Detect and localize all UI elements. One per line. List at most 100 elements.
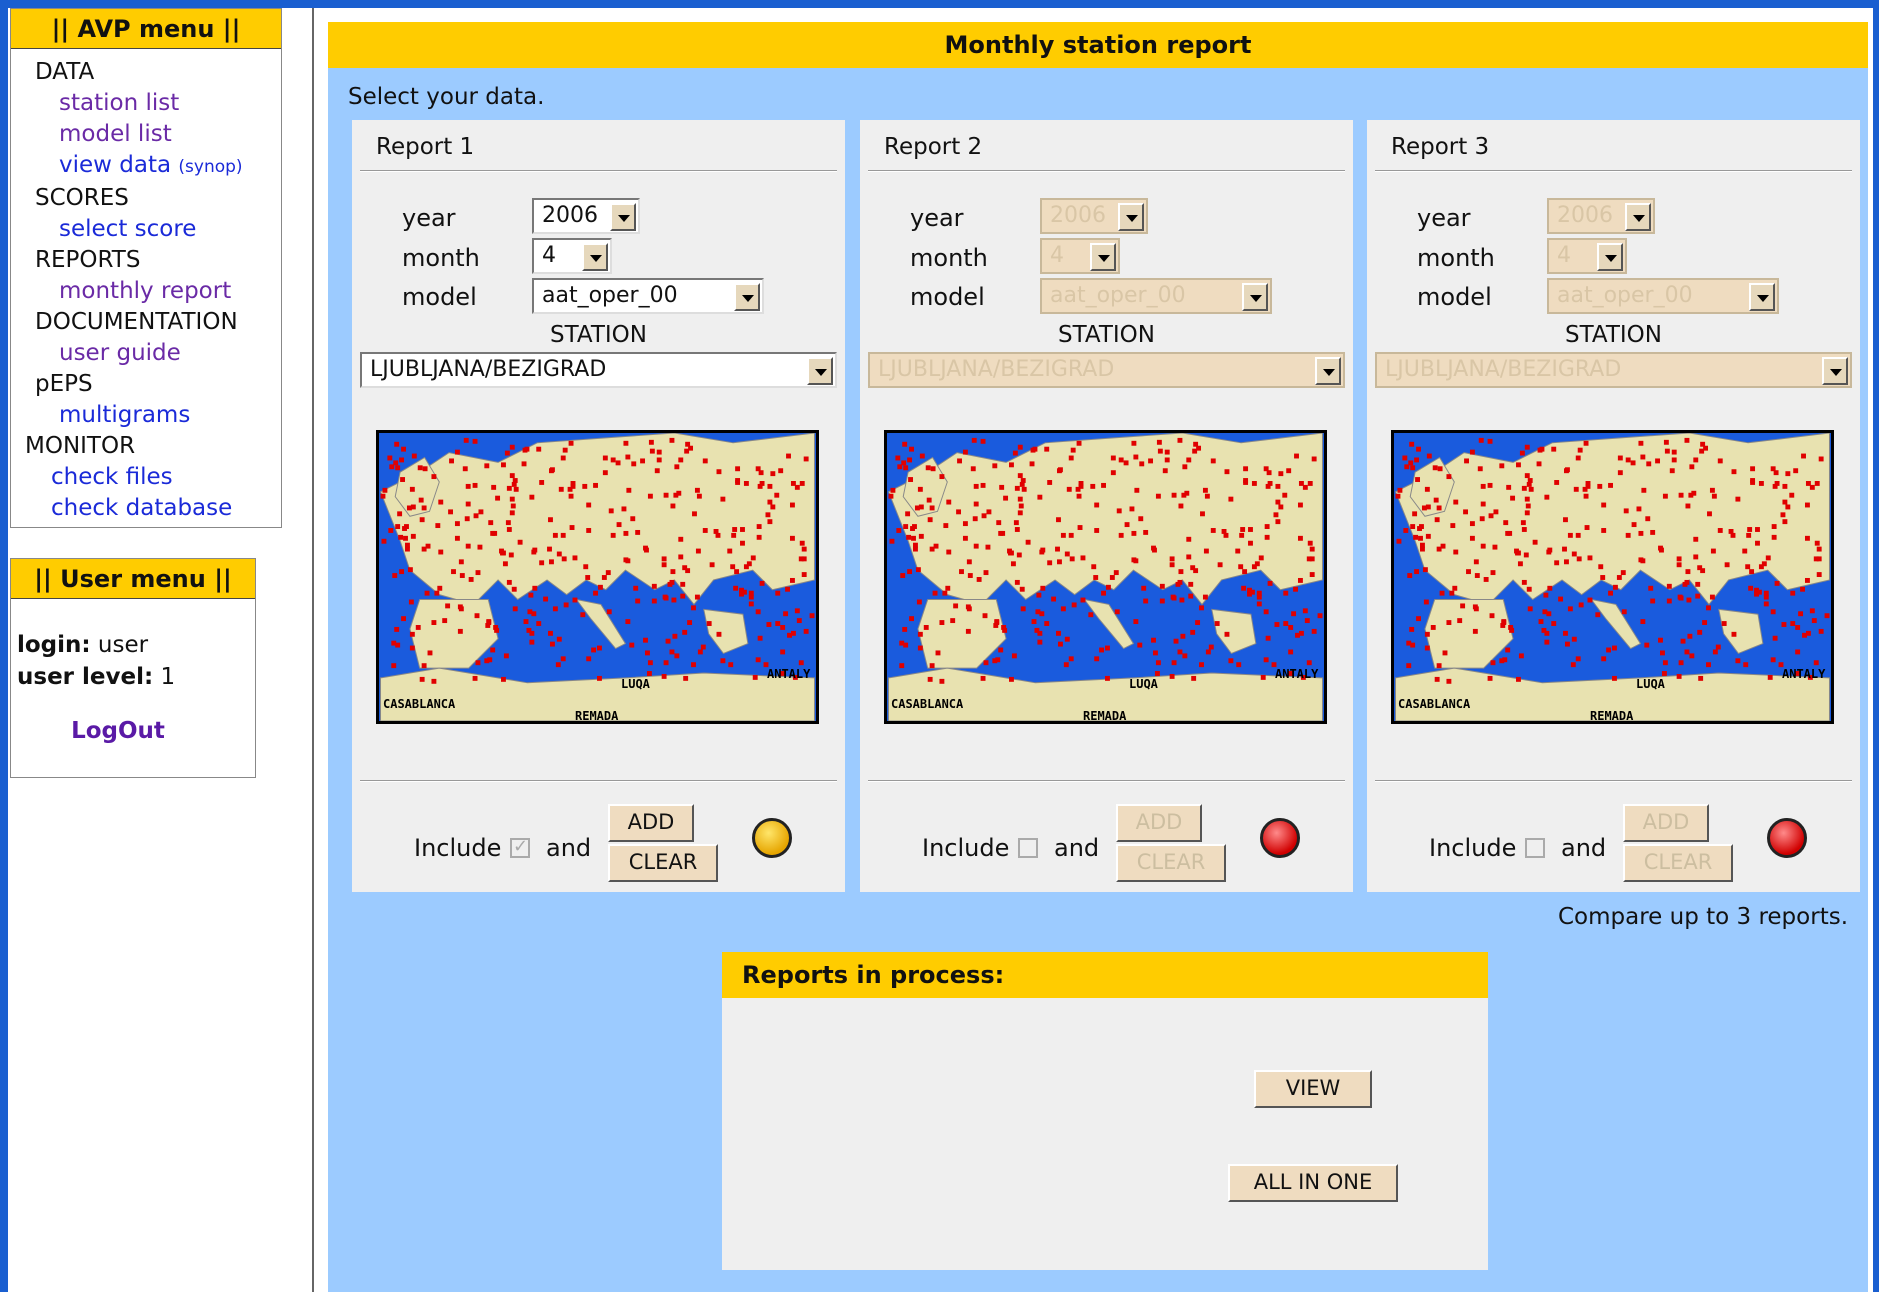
- station-dot[interactable]: [962, 521, 968, 527]
- clear-button[interactable]: CLEAR: [1116, 844, 1226, 882]
- menu-link-user-guide[interactable]: user guide: [11, 338, 281, 369]
- station-dot[interactable]: [1440, 543, 1446, 549]
- station-dot[interactable]: [1487, 675, 1493, 681]
- station-dot[interactable]: [1099, 647, 1105, 653]
- station-dot[interactable]: [1170, 594, 1176, 600]
- station-dot[interactable]: [645, 650, 650, 656]
- menu-link-check-database[interactable]: check database: [11, 493, 281, 524]
- station-dot[interactable]: [1453, 549, 1459, 555]
- station-dot[interactable]: [1311, 456, 1317, 462]
- station-dot[interactable]: [1469, 535, 1475, 541]
- station-dot[interactable]: [392, 573, 398, 578]
- menu-link-view-data[interactable]: view data (synop): [11, 150, 281, 183]
- station-dot[interactable]: [1101, 482, 1106, 488]
- station-dot[interactable]: [767, 519, 773, 525]
- station-dot[interactable]: [381, 538, 387, 544]
- station-dot[interactable]: [980, 675, 986, 681]
- station-dot[interactable]: [1544, 494, 1550, 500]
- station-dot[interactable]: [913, 546, 918, 552]
- station-dot[interactable]: [1031, 619, 1037, 625]
- station-dot[interactable]: [1101, 590, 1106, 596]
- station-dot[interactable]: [503, 653, 509, 659]
- station-dot[interactable]: [1818, 628, 1824, 634]
- station-dot[interactable]: [1423, 599, 1429, 605]
- station-dot[interactable]: [1464, 458, 1469, 464]
- station-dot[interactable]: [1090, 483, 1096, 489]
- station-dot[interactable]: [965, 628, 971, 634]
- station-dot[interactable]: [1479, 516, 1485, 522]
- station-dot[interactable]: [1037, 639, 1043, 645]
- station-dot[interactable]: [572, 597, 578, 603]
- station-dot[interactable]: [982, 613, 988, 619]
- station-dot[interactable]: [959, 569, 964, 575]
- station-dot[interactable]: [1091, 564, 1097, 570]
- station-dot[interactable]: [972, 516, 978, 522]
- station-dot[interactable]: [929, 505, 935, 511]
- station-dot[interactable]: [405, 546, 410, 552]
- station-dot[interactable]: [661, 673, 667, 679]
- station-dot[interactable]: [1518, 653, 1524, 659]
- station-dot[interactable]: [1532, 539, 1538, 545]
- station-dot[interactable]: [755, 657, 761, 663]
- station-dot[interactable]: [945, 585, 951, 591]
- station-dot[interactable]: [1711, 493, 1717, 499]
- station-dot[interactable]: [783, 611, 789, 617]
- station-dot[interactable]: [932, 590, 938, 596]
- station-dot[interactable]: [1275, 519, 1281, 525]
- station-dot[interactable]: [1804, 577, 1810, 583]
- station-dot[interactable]: [803, 628, 809, 634]
- station-dot[interactable]: [1018, 503, 1024, 509]
- station-dot[interactable]: [1816, 572, 1822, 577]
- station-dot[interactable]: [1286, 468, 1292, 474]
- station-dot[interactable]: [1180, 633, 1186, 639]
- view-button[interactable]: VIEW: [1254, 1070, 1372, 1108]
- station-dot[interactable]: [1297, 502, 1303, 508]
- station-dot[interactable]: [1186, 536, 1192, 542]
- station-dot[interactable]: [801, 572, 807, 577]
- station-dot[interactable]: [529, 639, 535, 645]
- station-dot[interactable]: [1014, 579, 1020, 585]
- station-dot[interactable]: [1516, 462, 1521, 468]
- menu-link-select-score[interactable]: select score: [11, 214, 281, 245]
- station-dot[interactable]: [506, 527, 512, 532]
- station-dot[interactable]: [790, 481, 796, 486]
- station-dot[interactable]: [1771, 524, 1777, 529]
- station-dot[interactable]: [1750, 480, 1756, 485]
- station-dot[interactable]: [942, 590, 948, 596]
- station-dot[interactable]: [1094, 656, 1100, 662]
- station-dot[interactable]: [1583, 493, 1589, 499]
- station-dot[interactable]: [528, 592, 534, 598]
- station-dot[interactable]: [1457, 618, 1463, 624]
- station-dot[interactable]: [1047, 560, 1053, 566]
- station-dot[interactable]: [1410, 524, 1416, 529]
- station-dot[interactable]: [597, 645, 602, 651]
- station-dot[interactable]: [1793, 468, 1799, 474]
- station-dot[interactable]: [1666, 598, 1672, 604]
- station-dot[interactable]: [597, 584, 603, 590]
- station-dot[interactable]: [1436, 663, 1442, 669]
- station-dot[interactable]: [451, 569, 456, 575]
- station-dot[interactable]: [1068, 532, 1074, 538]
- station-dot[interactable]: [1608, 482, 1613, 488]
- station-dot[interactable]: [415, 625, 421, 630]
- station-dot[interactable]: [442, 618, 448, 624]
- station-dot[interactable]: [1416, 446, 1421, 452]
- station-dot[interactable]: [775, 590, 781, 596]
- add-button[interactable]: ADD: [608, 804, 694, 842]
- station-dot[interactable]: [1017, 510, 1023, 516]
- station-dot[interactable]: [939, 620, 945, 625]
- station-dot[interactable]: [501, 676, 506, 682]
- station-dot[interactable]: [1575, 656, 1581, 662]
- station-dot[interactable]: [1424, 645, 1430, 651]
- station-dot[interactable]: [1254, 561, 1260, 567]
- station-dot[interactable]: [1297, 535, 1303, 541]
- station-dot[interactable]: [1410, 642, 1416, 648]
- station-dot[interactable]: [1584, 525, 1590, 530]
- station-dot[interactable]: [789, 577, 795, 583]
- station-dot[interactable]: [918, 533, 924, 539]
- station-dot[interactable]: [1088, 612, 1094, 618]
- station-dot[interactable]: [1243, 466, 1249, 472]
- station-dot[interactable]: [778, 468, 784, 474]
- station-dot[interactable]: [1678, 660, 1684, 666]
- station-dot[interactable]: [1554, 480, 1560, 485]
